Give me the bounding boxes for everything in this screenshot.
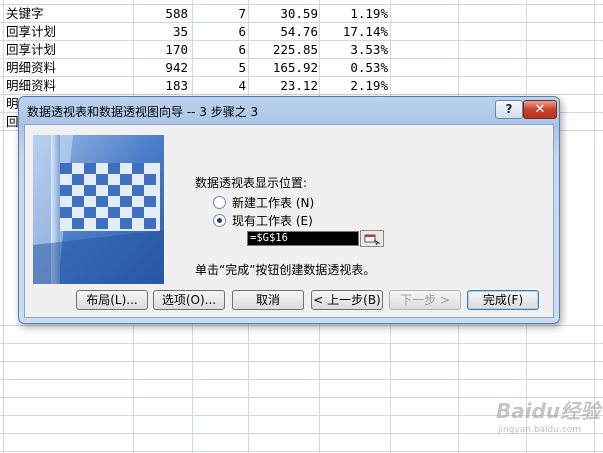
cell-count[interactable]: 942	[134, 59, 188, 77]
radio-button[interactable]	[213, 196, 226, 209]
radio-new-worksheet[interactable]: 新建工作表 (N)	[213, 195, 314, 211]
cell-num[interactable]: 6	[194, 23, 246, 41]
cell-count[interactable]: 588	[134, 5, 188, 23]
cell-percent[interactable]: 17.14%	[320, 23, 388, 41]
cell-value[interactable]: 165.92	[250, 59, 318, 77]
cell-name[interactable]: 关键字	[6, 5, 132, 23]
cell-count[interactable]: 170	[134, 41, 188, 59]
table-row[interactable]: 关键字 588 7 30.59 1.19%	[0, 5, 603, 23]
cell-name[interactable]: 回享计划	[6, 41, 132, 59]
grid-row-line	[0, 451, 603, 452]
cell-value[interactable]: 225.85	[250, 41, 318, 59]
table-row[interactable]: 回享计划 170 6 225.85 3.53%	[0, 41, 603, 59]
radio-button-selected[interactable]	[213, 214, 226, 227]
radio-label[interactable]: 新建工作表 (N)	[232, 196, 314, 210]
grid-row-line	[0, 343, 603, 344]
cell-percent[interactable]: 3.53%	[320, 41, 388, 59]
help-button[interactable]: ?	[495, 100, 523, 119]
grid-row-line	[0, 379, 603, 380]
cell-value[interactable]: 54.76	[250, 23, 318, 41]
reference-input[interactable]: =$G$16	[247, 231, 359, 246]
cell-name[interactable]: 明细资料	[6, 59, 132, 77]
back-button[interactable]: < 上一步(B)	[311, 290, 383, 310]
layout-button[interactable]: 布局(L)...	[76, 290, 148, 310]
cell-value[interactable]: 30.59	[250, 5, 318, 23]
dialog-body: 数据透视表显示位置: 新建工作表 (N) 现有工作表 (E) =$G$16 单击…	[24, 124, 554, 318]
cell-count[interactable]: 35	[134, 23, 188, 41]
cell-percent[interactable]: 1.19%	[320, 5, 388, 23]
close-button[interactable]: ✕	[523, 100, 557, 119]
next-button[interactable]: 下一步 >	[389, 290, 461, 310]
cell-count[interactable]: 183	[134, 77, 188, 95]
radio-label[interactable]: 现有工作表 (E)	[232, 214, 313, 228]
dialog-title: 数据透视表和数据透视图向导 -- 3 步骤之 3	[27, 105, 259, 119]
collapse-dialog-button[interactable]	[360, 230, 384, 247]
cell-percent[interactable]: 2.19%	[320, 77, 388, 95]
finish-hint-text: 单击“完成”按钮创建数据透视表。	[195, 263, 376, 277]
cell-num[interactable]: 7	[194, 5, 246, 23]
finish-flag-illustration	[33, 135, 164, 284]
pivot-wizard-dialog: 数据透视表和数据透视图向导 -- 3 步骤之 3 ? ✕ 数据透视表显示位置: …	[18, 96, 560, 324]
cell-num[interactable]: 5	[194, 59, 246, 77]
grid-row-line	[0, 361, 603, 362]
cell-num[interactable]: 6	[194, 41, 246, 59]
checkered-flag-icon	[33, 135, 164, 284]
cell-percent[interactable]: 0.53%	[320, 59, 388, 77]
grid-row-line	[0, 325, 603, 326]
finish-button[interactable]: 完成(F)	[467, 290, 539, 310]
options-button[interactable]: 选项(O)...	[153, 290, 225, 310]
watermark-url: jingyan.baidu.com	[498, 425, 582, 435]
table-row[interactable]: 明细资料 183 4 23.12 2.19%	[0, 77, 603, 95]
range-select-icon	[364, 234, 381, 246]
watermark-logo: Baidu经验	[496, 399, 601, 423]
cancel-button[interactable]: 取消	[232, 290, 304, 310]
table-row[interactable]: 回享计划 35 6 54.76 17.14%	[0, 23, 603, 41]
location-prompt-label: 数据透视表显示位置:	[195, 176, 308, 190]
cell-value[interactable]: 23.12	[250, 77, 318, 95]
cell-name[interactable]: 明细资料	[6, 77, 132, 95]
cell-num[interactable]: 4	[194, 77, 246, 95]
cell-name[interactable]: 回享计划	[6, 23, 132, 41]
table-row[interactable]: 明细资料 942 5 165.92 0.53%	[0, 59, 603, 77]
radio-existing-worksheet[interactable]: 现有工作表 (E)	[213, 213, 313, 229]
